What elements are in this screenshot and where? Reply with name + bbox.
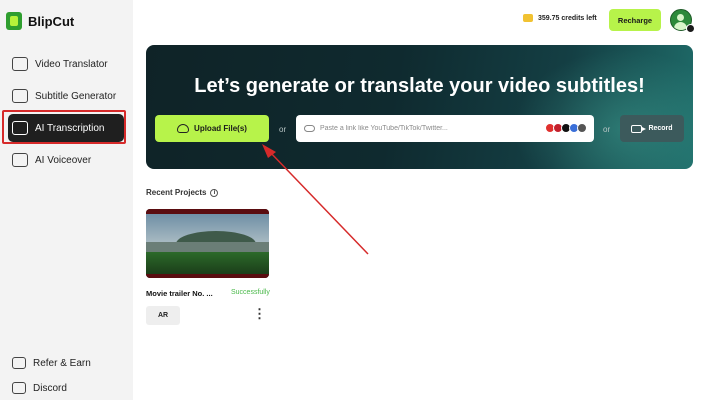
more-options-icon[interactable]: ⋮ bbox=[253, 307, 266, 321]
refer-earn-link[interactable]: Refer & Earn bbox=[12, 357, 91, 369]
recent-projects-title: Recent Projects bbox=[146, 188, 207, 197]
refer-earn-label: Refer & Earn bbox=[33, 357, 91, 369]
upload-files-button[interactable]: Upload File(s) bbox=[155, 115, 269, 142]
link-input[interactable] bbox=[320, 125, 550, 132]
hero-banner: Let’s generate or translate your video s… bbox=[146, 45, 693, 169]
link-input-box[interactable] bbox=[296, 115, 594, 142]
credits-text: 359.75 credits left bbox=[538, 14, 597, 22]
sidebar-item-video-translator[interactable]: Video Translator bbox=[8, 50, 124, 78]
project-thumbnail[interactable] bbox=[146, 209, 269, 278]
camera-icon bbox=[631, 124, 647, 133]
sidebar-item-label: AI Voiceover bbox=[35, 154, 92, 166]
discord-label: Discord bbox=[33, 382, 67, 394]
blipcut-logo-icon bbox=[6, 12, 22, 30]
voiceover-icon bbox=[12, 153, 28, 167]
info-icon[interactable]: i bbox=[210, 188, 219, 197]
project-name[interactable]: Movie trailer No. ... bbox=[146, 289, 213, 298]
subtitle-icon bbox=[12, 89, 28, 103]
sidebar-item-ai-voiceover[interactable]: AI Voiceover bbox=[8, 146, 124, 174]
sidebar-item-label: Video Translator bbox=[35, 58, 108, 70]
recharge-button[interactable]: Recharge bbox=[609, 9, 661, 31]
brand[interactable]: BlipCut bbox=[6, 12, 74, 30]
sidebar-item-ai-transcription[interactable]: AI Transcription bbox=[8, 114, 124, 142]
record-label: Record bbox=[648, 125, 673, 132]
credits-display: 359.75 credits left bbox=[523, 14, 597, 22]
sidebar-item-subtitle-generator[interactable]: Subtitle Generator bbox=[8, 82, 124, 110]
or-separator: or bbox=[279, 125, 287, 134]
avatar-badge-icon bbox=[686, 24, 695, 33]
project-status: Successfully bbox=[231, 289, 270, 296]
upload-label: Upload File(s) bbox=[194, 124, 247, 133]
project-language-badge: AR bbox=[146, 306, 180, 325]
sidebar-item-label: Subtitle Generator bbox=[35, 90, 117, 102]
sidebar: BlipCut Video Translator Subtitle Genera… bbox=[0, 0, 133, 400]
more-platforms-icon bbox=[577, 123, 587, 133]
link-icon bbox=[304, 125, 315, 132]
discord-link[interactable]: Discord bbox=[12, 382, 67, 394]
coin-icon bbox=[523, 14, 533, 22]
hero-title: Let’s generate or translate your video s… bbox=[194, 75, 645, 97]
discord-icon bbox=[12, 382, 26, 394]
transcription-icon bbox=[12, 121, 28, 135]
brand-name: BlipCut bbox=[28, 13, 75, 29]
gift-icon bbox=[12, 357, 26, 369]
cloud-upload-icon bbox=[177, 124, 190, 133]
or-separator: or bbox=[603, 125, 611, 134]
record-button[interactable]: Record bbox=[620, 115, 684, 142]
sidebar-item-label: AI Transcription bbox=[35, 122, 105, 134]
platform-icons bbox=[545, 123, 587, 133]
video-translate-icon bbox=[12, 57, 28, 71]
recent-projects-heading: Recent Projects i bbox=[146, 188, 219, 197]
